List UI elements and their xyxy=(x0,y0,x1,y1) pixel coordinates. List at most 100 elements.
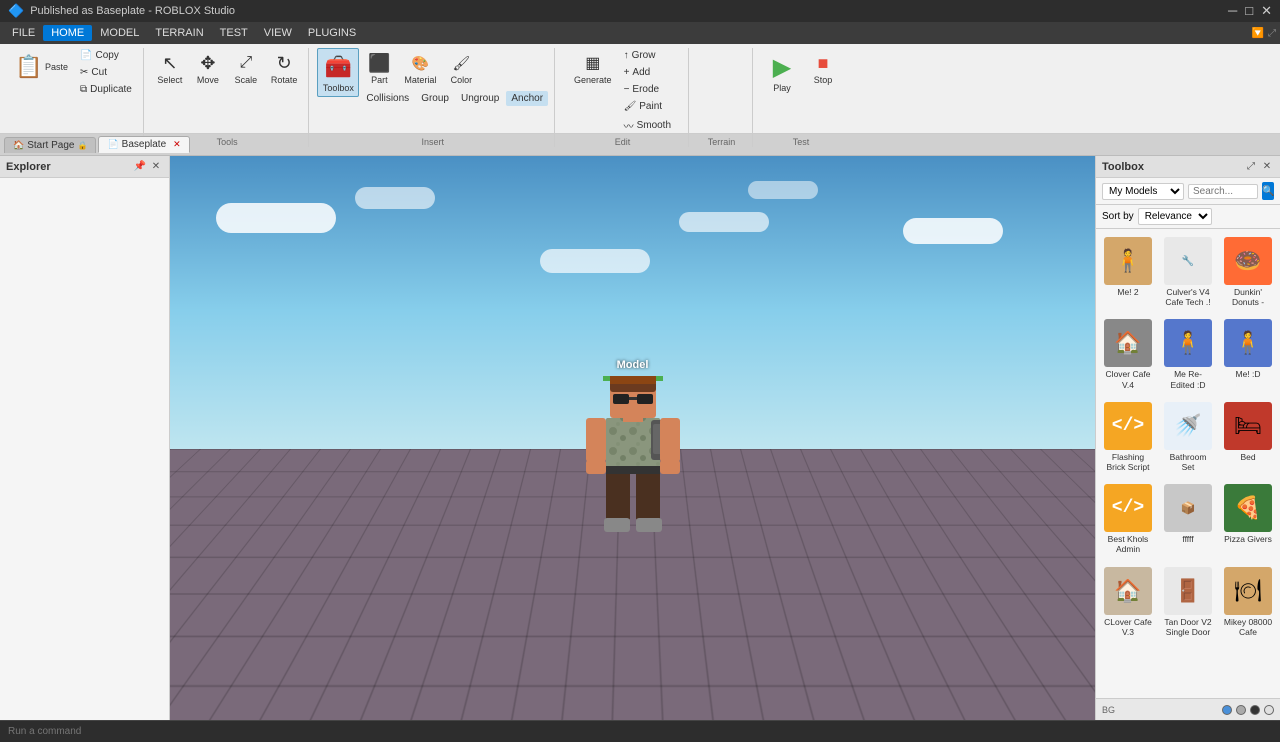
toolbox-search-input[interactable] xyxy=(1188,184,1258,199)
paste-button[interactable]: 📋 Paste xyxy=(8,48,73,86)
grow-button[interactable]: ↑ Grow xyxy=(619,48,676,63)
dot-empty-1 xyxy=(1236,705,1246,715)
toolbox-item-bed[interactable]: 🛏 Bed xyxy=(1220,398,1276,476)
rotate-button[interactable]: ↻ Rotate xyxy=(266,48,303,89)
anchor-label: Anchor xyxy=(511,93,543,104)
toolbox-item-me2[interactable]: 🧍 Me! 2 xyxy=(1100,233,1156,311)
duplicate-button[interactable]: ⧉ Duplicate xyxy=(75,82,137,97)
ungroup-button[interactable]: Ungroup xyxy=(456,91,504,106)
menu-terrain[interactable]: TERRAIN xyxy=(147,25,211,41)
character-svg xyxy=(568,366,698,596)
toolbox-expand-icon[interactable]: ⤢ xyxy=(1244,160,1258,174)
move-button[interactable]: ✥ Move xyxy=(190,48,226,89)
toolbox-item-pizza[interactable]: 🍕 Pizza Givers xyxy=(1220,480,1276,558)
erode-button[interactable]: − Erode xyxy=(619,82,676,97)
toolbox-category-dropdown[interactable]: My Models My Decals Free Models Free Dec… xyxy=(1102,183,1184,200)
viewport[interactable]: Model xyxy=(170,156,1095,720)
play-icon: ▶ xyxy=(766,51,798,83)
generate-button[interactable]: ▦ Generate xyxy=(569,48,617,89)
toolbox-close-icon[interactable]: ✕ xyxy=(1260,160,1274,174)
rotate-icon: ↻ xyxy=(272,51,296,75)
toolbox-item-fffff[interactable]: 📦 fffff xyxy=(1160,480,1216,558)
cut-button[interactable]: ✂ Cut xyxy=(75,65,137,80)
toolbox-item-bath[interactable]: 🚿 Bathroom Set xyxy=(1160,398,1216,476)
toolbox-item-flash[interactable]: </> Flashing Brick Script xyxy=(1100,398,1156,476)
toolbox-item-culvers[interactable]: 🔧 Culver's V4 Cafe Tech .! xyxy=(1160,233,1216,311)
bath-thumbnail: 🚿 xyxy=(1164,402,1212,450)
bg-label: BG xyxy=(1102,705,1115,715)
command-input[interactable] xyxy=(8,726,308,737)
explorer-close-icon[interactable]: ✕ xyxy=(149,160,163,174)
toolbox-item-clover2[interactable]: 🏠 CLover Cafe V.3 xyxy=(1100,563,1156,641)
baseplate-close-icon[interactable]: ✕ xyxy=(173,139,181,150)
toolbox-item-mere[interactable]: 🧍 Me Re-Edited :D xyxy=(1160,315,1216,393)
ribbon-minimize-icon[interactable]: 🔽 xyxy=(1252,28,1264,39)
titlebar-controls: ─ □ ✕ xyxy=(1228,3,1272,19)
toolbox-item-med[interactable]: 🧍 Me! :D xyxy=(1220,315,1276,393)
ribbon-content: 📋 Paste 📄 Copy ✂ Cut ⧉ Duplicate xyxy=(0,44,1280,149)
toolbox-title: Toolbox xyxy=(1102,161,1144,173)
menu-plugins[interactable]: PLUGINS xyxy=(300,25,364,41)
minimize-icon[interactable]: ─ xyxy=(1228,3,1237,19)
flash-label: Flashing Brick Script xyxy=(1103,452,1153,472)
clover2-label: CLover Cafe V.3 xyxy=(1103,617,1153,637)
clipboard-buttons: 📋 Paste 📄 Copy ✂ Cut ⧉ Duplicate xyxy=(8,48,137,97)
titlebar-icon: 🔷 xyxy=(8,3,24,19)
move-icon: ✥ xyxy=(196,51,220,75)
add-terrain-button[interactable]: + Add xyxy=(619,65,676,80)
stop-button[interactable]: ■ Stop xyxy=(805,48,841,89)
smooth-button[interactable]: 〰 Smooth xyxy=(619,116,676,135)
toolbox-label: Toolbox xyxy=(323,83,354,94)
select-icon: ↖ xyxy=(158,51,182,75)
bath-label: Bathroom Set xyxy=(1163,452,1213,472)
play-button[interactable]: ▶ Play xyxy=(761,48,803,97)
tools-group-label: Tools xyxy=(217,135,238,147)
anchor-button[interactable]: Anchor xyxy=(506,91,548,106)
maximize-icon[interactable]: □ xyxy=(1245,3,1253,19)
group-button[interactable]: Group xyxy=(416,91,454,106)
test-group-label: Test xyxy=(793,135,810,147)
toolbox-item-mikey[interactable]: 🍽 Mikey 08000 Cafe xyxy=(1220,563,1276,641)
toolbox-button[interactable]: 🧰 Toolbox xyxy=(317,48,359,97)
menu-file[interactable]: FILE xyxy=(4,25,43,41)
indicator-dots xyxy=(1222,705,1274,715)
toolbox-item-dunkin[interactable]: 🍩 Dunkin' Donuts - xyxy=(1220,233,1276,311)
scale-icon: ⤢ xyxy=(234,51,258,75)
close-icon[interactable]: ✕ xyxy=(1261,3,1272,19)
select-button[interactable]: ↖ Select xyxy=(152,48,188,89)
culvers-thumbnail: 🔧 xyxy=(1164,237,1212,285)
toolbox-header-buttons: ⤢ ✕ xyxy=(1244,160,1274,174)
select-label: Select xyxy=(157,75,182,86)
ribbon-group-tools: ↖ Select ✥ Move ⤢ Scale ↻ Rotate Tools xyxy=(148,48,310,147)
toolbox-search-button[interactable]: 🔍 xyxy=(1262,182,1274,200)
toolbox-item-best[interactable]: </> Best Khols Admin xyxy=(1100,480,1156,558)
paint-button[interactable]: 🖌 Paint xyxy=(619,99,676,114)
move-label: Move xyxy=(197,75,219,86)
tab-baseplate[interactable]: 📄 Baseplate ✕ xyxy=(98,136,189,153)
color-button[interactable]: 🖌 Color xyxy=(443,48,479,89)
menu-view[interactable]: VIEW xyxy=(256,25,300,41)
material-button[interactable]: 🎨 Material xyxy=(399,48,441,89)
scale-button[interactable]: ⤢ Scale xyxy=(228,48,264,89)
menu-home[interactable]: HOME xyxy=(43,25,92,41)
med-thumbnail: 🧍 xyxy=(1224,319,1272,367)
material-icon: 🎨 xyxy=(408,51,432,75)
toolbox-sort-dropdown[interactable]: Relevance Name Updated xyxy=(1138,208,1212,225)
menu-model[interactable]: MODEL xyxy=(92,25,147,41)
toolbox-panel: Toolbox ⤢ ✕ My Models My Decals Free Mod… xyxy=(1095,156,1280,720)
toolbox-item-tandoor[interactable]: 🚪 Tan Door V2 Single Door xyxy=(1160,563,1216,641)
ribbon-expand-icon[interactable]: ⤢ xyxy=(1268,28,1276,39)
toolbox-item-clover[interactable]: 🏠 Clover Cafe V.4 xyxy=(1100,315,1156,393)
menu-test[interactable]: TEST xyxy=(212,25,256,41)
collisions-label: Collisions xyxy=(366,93,409,104)
dot-blue xyxy=(1222,705,1232,715)
culvers-label: Culver's V4 Cafe Tech .! xyxy=(1163,287,1213,307)
smooth-icon: 〰 xyxy=(624,118,634,133)
titlebar: 🔷 Published as Baseplate - ROBLOX Studio… xyxy=(0,0,1280,22)
dunkin-thumbnail: 🍩 xyxy=(1224,237,1272,285)
copy-button[interactable]: 📄 Copy xyxy=(75,48,137,63)
part-button[interactable]: ⬛ Part xyxy=(361,48,397,89)
collisions-button[interactable]: Collisions xyxy=(361,91,414,106)
explorer-pin-icon[interactable]: 📌 xyxy=(133,160,147,174)
tab-startpage[interactable]: 🏠 Start Page 🔒 xyxy=(4,137,96,153)
